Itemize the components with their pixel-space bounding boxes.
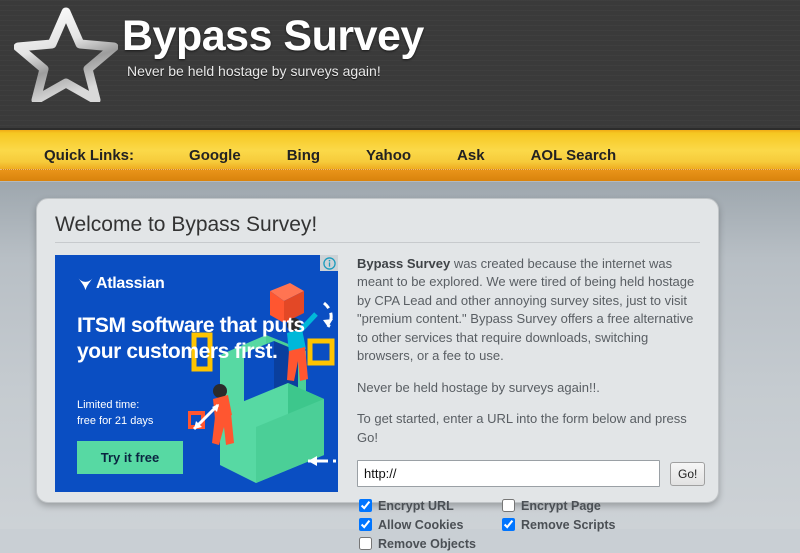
intro-paragraph: Bypass Survey was created because the in… [357, 255, 705, 366]
intro-lead: Bypass Survey [357, 256, 451, 271]
intro-rest: was created because the internet was mea… [357, 256, 695, 364]
try-it-free-button[interactable]: Try it free [77, 441, 183, 474]
encrypt-url-label[interactable]: Encrypt URL [378, 499, 454, 513]
encrypt-page-checkbox[interactable] [502, 499, 515, 513]
site-title: Bypass Survey [122, 12, 424, 60]
url-form: Go! [357, 460, 706, 488]
allow-cookies-checkbox[interactable] [359, 518, 372, 532]
nav-link-bing[interactable]: Bing [287, 139, 320, 173]
option-encrypt-url[interactable]: Encrypt URL [357, 499, 500, 513]
adchoices-info-icon[interactable] [320, 255, 338, 271]
remove-scripts-label[interactable]: Remove Scripts [521, 518, 615, 532]
encrypt-page-label[interactable]: Encrypt Page [521, 499, 601, 513]
nav-link-aol-search[interactable]: AOL Search [531, 139, 617, 173]
url-input[interactable] [357, 460, 660, 488]
quick-links-label: Quick Links: [44, 146, 135, 164]
advertisement[interactable]: Atlassian ITSM software that puts your c… [55, 255, 338, 553]
remove-scripts-checkbox[interactable] [502, 518, 515, 532]
atlassian-logo-icon: Atlassian [77, 275, 165, 293]
welcome-panel: Welcome to Bypass Survey! Atlassian ITSM… [36, 198, 719, 551]
ad-headline: ITSM software that puts your customers f… [77, 314, 305, 363]
options-checkbox-group: Encrypt URL Encrypt Page Allow Cookies R… [357, 496, 705, 553]
quick-links-navbar: Quick Links: Google Bing Yahoo Ask AOL S… [0, 130, 800, 182]
option-remove-scripts[interactable]: Remove Scripts [500, 518, 705, 532]
remove-objects-label[interactable]: Remove Objects [378, 537, 476, 551]
go-button[interactable]: Go! [670, 461, 706, 486]
nav-link-ask[interactable]: Ask [457, 139, 485, 173]
site-branding: Bypass Survey Never be held hostage by s… [122, 0, 424, 79]
tagline-paragraph: Never be held hostage by surveys again!!… [357, 379, 600, 395]
option-allow-cookies[interactable]: Allow Cookies [357, 518, 500, 532]
site-header: Bypass Survey Never be held hostage by s… [0, 0, 800, 130]
page-background: Welcome to Bypass Survey! Atlassian ITSM… [0, 182, 800, 551]
page-title: Welcome to Bypass Survey! [55, 213, 700, 243]
nav-link-google[interactable]: Google [189, 139, 241, 173]
instructions-paragraph: To get started, enter a URL into the for… [357, 411, 687, 445]
site-tagline: Never be held hostage by surveys again! [127, 63, 381, 80]
ad-brand-name: Atlassian [96, 275, 165, 292]
nav-link-yahoo[interactable]: Yahoo [366, 139, 411, 173]
content-column: Bypass Survey was created because the in… [338, 255, 706, 553]
allow-cookies-label[interactable]: Allow Cookies [378, 518, 463, 532]
star-icon [13, 6, 119, 105]
ad-banner[interactable]: Atlassian ITSM software that puts your c… [55, 255, 338, 492]
option-encrypt-page[interactable]: Encrypt Page [500, 499, 705, 513]
remove-objects-checkbox[interactable] [359, 537, 372, 551]
option-remove-objects[interactable]: Remove Objects [357, 537, 500, 551]
encrypt-url-checkbox[interactable] [359, 499, 372, 513]
ad-subtext: Limited time: free for 21 days [77, 399, 154, 427]
